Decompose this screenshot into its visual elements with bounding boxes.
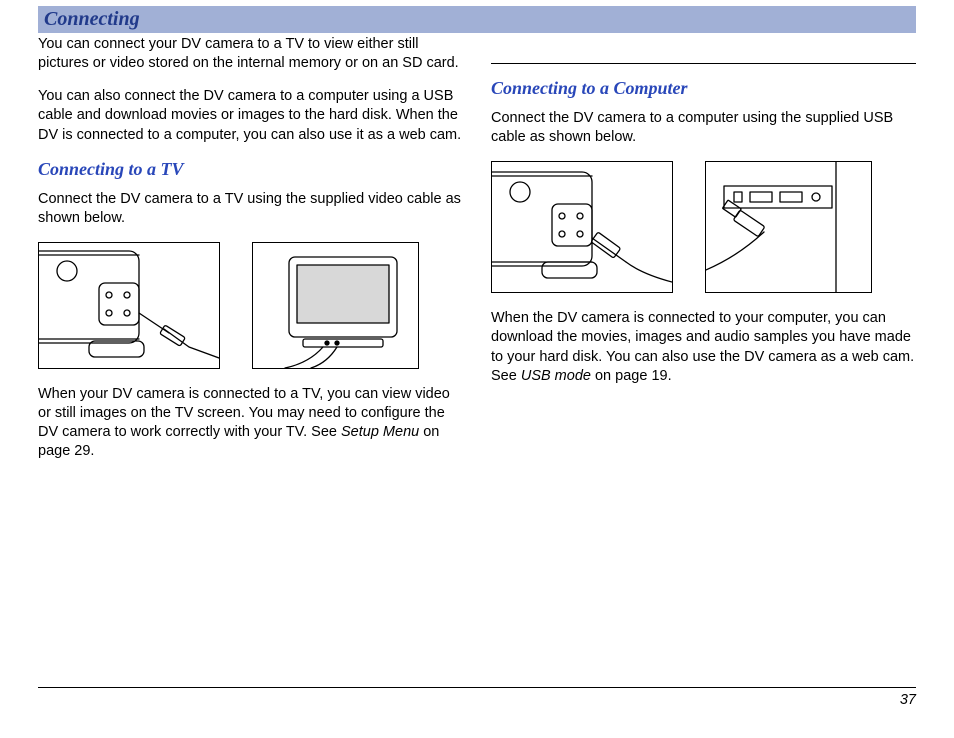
page-footer: 37: [38, 687, 916, 708]
tv-paragraph-2: When your DV camera is connected to a TV…: [38, 385, 463, 462]
figure-camera-to-tv: [38, 242, 220, 369]
subheading-tv: Connecting to a TV: [38, 159, 463, 180]
computer-paragraph-1: Connect the DV camera to a computer usin…: [491, 109, 916, 147]
intro-paragraph-2: You can also connect the DV camera to a …: [38, 87, 463, 144]
left-column: You can connect your DV camera to a TV t…: [38, 35, 463, 475]
tv-icon: [253, 243, 418, 368]
computer-paragraph-2-ref: USB mode: [521, 368, 591, 384]
section-banner: Connecting: [38, 6, 916, 33]
intro-paragraph-1: You can connect your DV camera to a TV t…: [38, 35, 463, 73]
tv-figures: [38, 242, 463, 369]
figure-computer-port: [705, 161, 872, 293]
computer-paragraph-2-text-b: on page 19.: [591, 368, 672, 384]
two-column-layout: You can connect your DV camera to a TV t…: [38, 35, 916, 475]
computer-paragraph-2: When the DV camera is connected to your …: [491, 309, 916, 386]
column-top-rule: [491, 63, 916, 64]
footer-rule: [38, 687, 916, 688]
computer-usb-port-icon: [706, 162, 871, 292]
camera-av-port-icon: [39, 243, 219, 368]
right-column: Connecting to a Computer Connect the DV …: [491, 35, 916, 475]
tv-paragraph-1: Connect the DV camera to a TV using the …: [38, 190, 463, 228]
camera-usb-port-icon: [492, 162, 672, 292]
section-title: Connecting: [44, 8, 140, 30]
tv-paragraph-2-ref: Setup Menu: [341, 424, 419, 440]
figure-tv: [252, 242, 419, 369]
page-number: 37: [38, 692, 916, 708]
subheading-computer: Connecting to a Computer: [491, 78, 916, 99]
figure-camera-usb: [491, 161, 673, 293]
computer-figures: [491, 161, 916, 293]
